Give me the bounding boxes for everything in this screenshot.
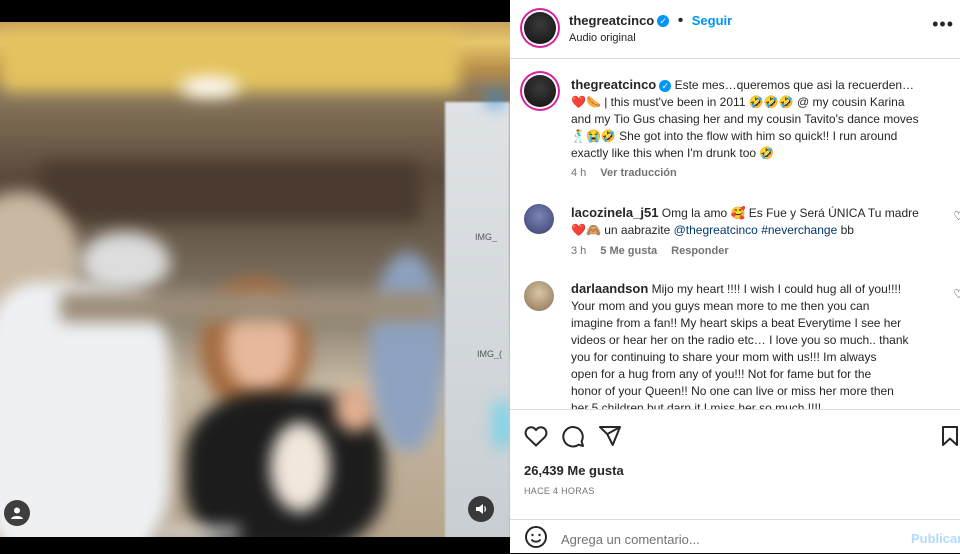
comment-bubble-icon[interactable] [560,423,586,449]
woman-blouse [270,422,330,512]
comment-username[interactable]: darlaandson [571,281,648,296]
tagged-profile-button[interactable] [4,500,30,526]
post-date[interactable]: HACE 4 HORAS [524,486,595,496]
see-translation-button[interactable]: Ver traducción [600,167,676,179]
caption-line-4: 🕺😭🤣 She got into the flow with him so qu… [571,129,898,143]
person-icon [11,507,23,519]
caption-line-3: and my Tio Gus chasing her and my cousin… [571,112,919,126]
comment-line: her 5 children but darn it I miss her so… [571,401,822,409]
speaker-icon [476,504,487,514]
header-user-row: thegreatcinco ✓ • Seguir [569,12,732,30]
comment-like-heart-icon[interactable]: ♡ [953,287,960,301]
comment-avatar[interactable] [524,204,554,234]
post-sidebar: thegreatcinco ✓ • Seguir Audio original •… [510,0,960,553]
comments-area[interactable]: thegreatcinco ✓ Este mes…queremos que asi… [510,59,960,409]
comment-composer: Agrega un comentario... Publicar [510,519,960,554]
screen-panel [445,102,510,537]
follow-button[interactable]: Seguir [692,13,732,28]
post-media[interactable]: IMG_ IMG_( [0,0,510,553]
counter [60,292,440,322]
comment-input[interactable]: Agrega un comentario... [561,532,700,547]
file-label-2: IMG_( [477,349,503,359]
caption-line-2: ❤️🌭 | this must've been in 2011 🤣🤣🤣 @ my… [571,95,905,109]
caption-avatar[interactable] [524,75,556,107]
more-options-icon[interactable]: ••• [932,14,954,35]
emoji-smiley-icon[interactable] [523,524,549,550]
share-paper-plane-icon[interactable] [597,423,623,449]
mute-button[interactable] [468,496,494,522]
back-shelf [40,162,420,222]
background-person [80,232,170,292]
comment-line: Your mom and you guys mean more to me th… [571,299,870,313]
person-right [370,252,445,452]
caption-meta: 4 h Ver traducción [571,167,677,179]
likes-count[interactable]: 26,439 Me gusta [524,463,624,478]
caption-username[interactable]: thegreatcinco [571,77,656,92]
comment-meta: 3 h 5 Me gusta Responder [571,245,729,257]
comment-text: lacozinela_j51 Omg la amo 🥰 Es Fue y Ser… [571,204,941,239]
comment-line-2-end: bb [837,223,854,237]
verified-badge-icon: ✓ [659,79,672,92]
action-bar: 26,439 Me gusta HACE 4 HORAS [510,409,960,520]
comment-text: darlaandson Mijo my heart !!!! I wish I … [571,280,941,409]
file-label-1: IMG_ [475,232,498,242]
author-username[interactable]: thegreatcinco [569,13,654,28]
comment-line: honor of your Queen!! No one can live or… [571,384,894,398]
woman-hand [335,387,375,432]
separator-dot: • [677,12,684,29]
comment-username[interactable]: lacozinela_j51 [571,205,658,220]
comment-line: open for a hug from any of you!!! Not fo… [571,367,872,381]
reply-button[interactable]: Responder [671,245,728,257]
caption-line-5: exactly like this when I'm drunk too 🤣 [571,146,775,160]
folder-icon [488,92,502,106]
mention-link[interactable]: @thegreatcinco [674,223,758,237]
comment-line: imagine from a fan!! My heart skips a be… [571,316,902,330]
comment-line: you for continuing to share your mom wit… [571,350,877,364]
comment-time: 3 h [571,245,587,257]
comment-avatar[interactable] [524,281,554,311]
like-heart-icon[interactable] [523,423,549,449]
audio-label[interactable]: Audio original [569,32,636,44]
blue-window [494,402,510,447]
hashtag-link[interactable]: #neverchange [761,223,837,237]
ceiling-light [180,77,240,97]
taskbar-items [160,527,240,537]
video-frame[interactable]: IMG_ IMG_( [0,22,510,537]
comment-line-2: ❤️🙈 un aabrazite [571,223,674,237]
caption-text: thegreatcinco ✓ Este mes…queremos que asi… [571,76,941,162]
caption-line-1: Este mes…queremos que asi la recuerden… [674,78,915,92]
post-header: thegreatcinco ✓ • Seguir Audio original •… [510,0,960,59]
verified-badge-icon: ✓ [657,14,670,27]
comment-likes[interactable]: 5 Me gusta [600,245,657,257]
author-avatar[interactable] [524,12,556,44]
comment-line: Mijo my heart !!!! I wish I could hug al… [651,282,902,296]
comment-line-1: Omg la amo 🥰 Es Fue y Será ÚNICA Tu madr… [661,206,919,220]
caption-time: 4 h [571,167,587,179]
comment-line: videos or hear her on the radio etc… I l… [571,333,909,347]
publish-button[interactable]: Publicar [911,531,960,546]
save-bookmark-icon[interactable] [937,423,960,449]
comment-like-heart-icon[interactable]: ♡ [953,209,960,223]
